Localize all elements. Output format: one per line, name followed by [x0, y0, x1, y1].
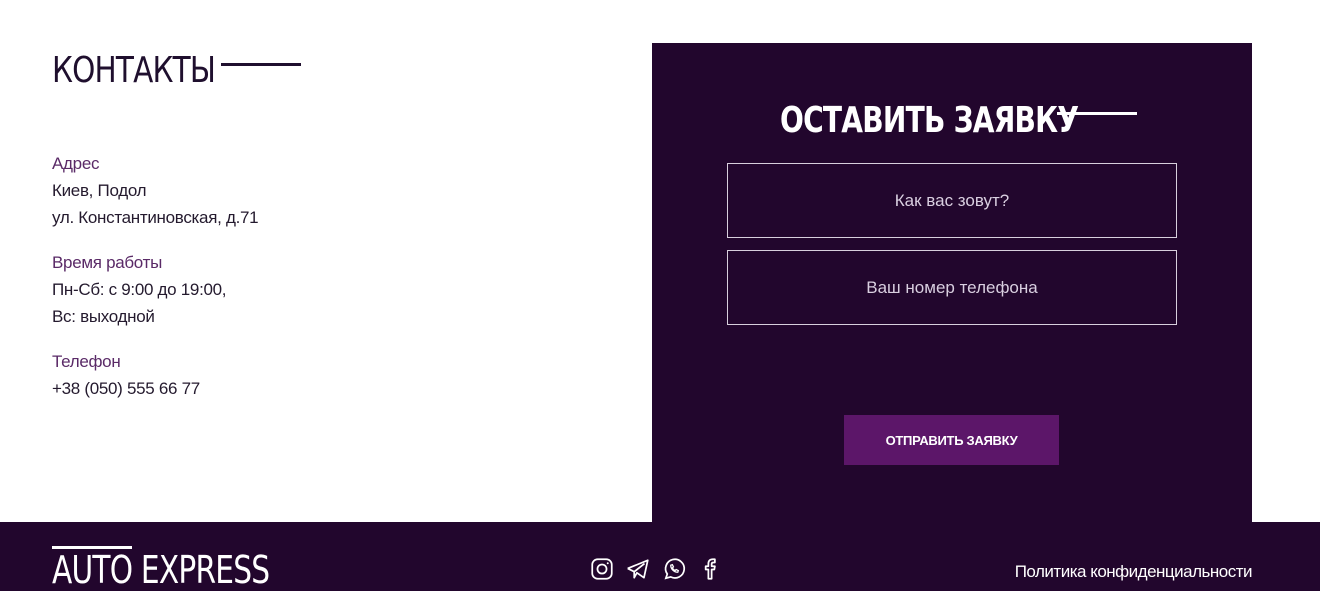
hours-line-2: Вс: выходной	[52, 307, 155, 326]
phone-group: Телефон +38 (050) 555 66 77	[52, 348, 258, 402]
hours-group: Время работы Пн-Сб: с 9:00 до 19:00, Вс:…	[52, 249, 258, 330]
address-line-2: ул. Константиновская, д.71	[52, 208, 259, 227]
contacts-heading: КОНТАКТЫ	[52, 50, 612, 91]
facebook-icon[interactable]	[696, 555, 724, 583]
contacts-title: КОНТАКТЫ	[52, 50, 216, 91]
contacts-section: КОНТАКТЫ	[52, 50, 612, 91]
whatsapp-icon[interactable]	[660, 555, 688, 583]
hours-label: Время работы	[52, 253, 162, 272]
logo[interactable]: AUTO EXPRESS	[52, 548, 270, 591]
phone-label: Телефон	[52, 352, 121, 371]
telegram-icon[interactable]	[624, 555, 652, 583]
privacy-policy-link[interactable]: Политика конфиденциальности	[1015, 562, 1253, 582]
social-links	[588, 555, 724, 583]
form-title: ОСТАВИТЬ ЗАЯВКУ	[780, 100, 1079, 141]
address-label: Адрес	[52, 154, 100, 173]
form-heading: ОСТАВИТЬ ЗАЯВКУ	[780, 98, 1200, 148]
submit-request-button[interactable]: ОТПРАВИТЬ ЗАЯВКУ	[844, 415, 1059, 465]
contact-info: Адрес Киев, Подол ул. Константиновская, …	[52, 150, 259, 420]
form-title-divider	[1057, 112, 1137, 115]
contacts-title-divider	[221, 63, 301, 66]
phone-number[interactable]: +38 (050) 555 66 77	[52, 375, 258, 402]
instagram-icon[interactable]	[588, 555, 616, 583]
hours-line-1: Пн-Сб: с 9:00 до 19:00,	[52, 280, 227, 299]
address-line-1: Киев, Подол	[52, 181, 147, 200]
address-group: Адрес Киев, Подол ул. Константиновская, …	[52, 150, 259, 231]
request-form-panel: ОСТАВИТЬ ЗАЯВКУ ОТПРАВИТЬ ЗАЯВКУ	[652, 43, 1252, 522]
name-input[interactable]	[727, 163, 1177, 238]
footer: AUTO EXPRESS Политика конфиденциальности	[0, 522, 1320, 591]
phone-input[interactable]	[727, 250, 1177, 325]
